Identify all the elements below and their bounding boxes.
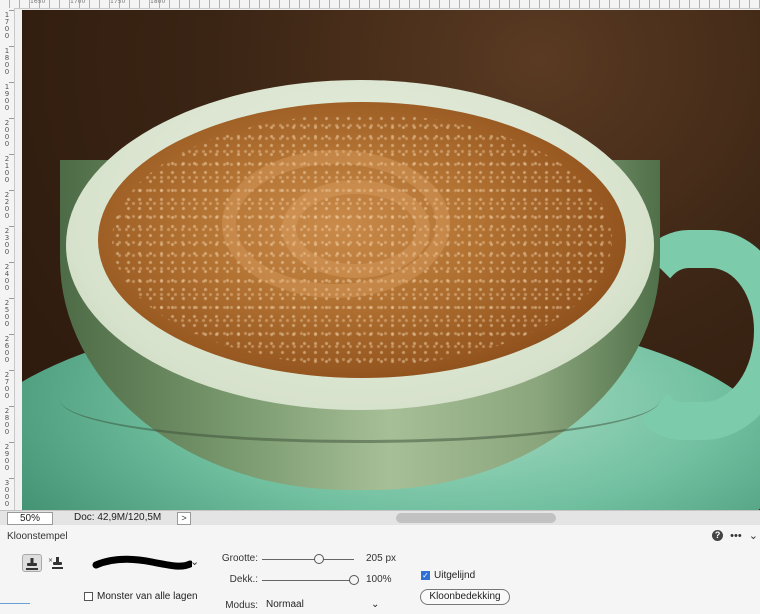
- size-label: Grootte:: [221, 553, 258, 564]
- ruler-label: 1750: [110, 0, 126, 5]
- ruler-label: 1700: [70, 0, 86, 5]
- ruler-tick: [9, 10, 14, 11]
- aligned-checkbox[interactable]: ✓: [421, 571, 430, 580]
- tool-options-panel: Kloonstempel ? ••• ⌄ × ⌄ Grootte: 205 px…: [0, 525, 760, 614]
- size-slider[interactable]: [262, 554, 354, 564]
- panel-title: Kloonstempel: [7, 531, 68, 542]
- mode-select[interactable]: Normaal ⌄: [266, 599, 386, 613]
- mode-label: Modus:: [225, 600, 258, 611]
- ruler-label: 1650: [30, 0, 46, 5]
- sample-all-layers-label: Monster van alle lagen: [97, 591, 198, 602]
- ruler-label: 2 2 0 0: [4, 191, 10, 220]
- chevron-down-icon[interactable]: ⌄: [749, 529, 758, 542]
- scrollbar-thumb[interactable]: [396, 513, 556, 523]
- pattern-stamp-tool-button[interactable]: ×: [46, 554, 66, 572]
- ruler-label: 2 5 0 0: [4, 299, 10, 328]
- ruler-label: 3 0 0 0: [4, 479, 10, 508]
- clone-stamp-icon: [26, 558, 38, 570]
- ruler-tick: [9, 478, 14, 479]
- ruler-tick: [9, 262, 14, 263]
- more-icon[interactable]: •••: [730, 530, 742, 542]
- horizontal-scrollbar[interactable]: [192, 513, 758, 523]
- ruler-tick: [9, 82, 14, 83]
- ruler-label: 2 0 0 0: [4, 119, 10, 148]
- mode-value: Normaal: [266, 599, 304, 610]
- vertical-ruler[interactable]: 1 7 0 0 1 8 0 0 1 9 0 0 2 0 0 0 2 1 0 0 2 2 0…: [0, 8, 15, 510]
- ruler-tick: [9, 298, 14, 299]
- ruler-tick: [9, 46, 14, 47]
- status-bar: 50% Doc: 42,9M/120,5M >: [0, 510, 760, 525]
- chevron-down-icon[interactable]: ⌄: [190, 555, 199, 568]
- ruler-label: 1 7 0 0: [4, 11, 10, 40]
- ruler-label: 1 8 0 0: [4, 47, 10, 76]
- horizontal-ruler[interactable]: 1650 1700 1750 1800: [0, 0, 760, 9]
- brush-preset-preview[interactable]: [92, 552, 192, 574]
- ruler-label: 2 7 0 0: [4, 371, 10, 400]
- ruler-tick: [9, 226, 14, 227]
- pattern-stamp-icon: ×: [48, 557, 63, 569]
- ruler-label: 2 3 0 0: [4, 227, 10, 256]
- ruler-tick: [9, 406, 14, 407]
- ruler-label: 2 9 0 0: [4, 443, 10, 472]
- doc-size-info: Doc: 42,9M/120,5M: [74, 512, 162, 523]
- status-menu-arrow[interactable]: >: [177, 512, 191, 525]
- svg-text:×: ×: [48, 557, 53, 564]
- latte-swirl: [282, 180, 430, 278]
- help-icon[interactable]: ?: [712, 530, 724, 541]
- aligned-label: Uitgelijnd: [434, 570, 476, 581]
- ruler-label: 2 8 0 0: [4, 407, 10, 436]
- opacity-slider-knob[interactable]: [349, 575, 359, 585]
- ruler-label: 2 4 0 0: [4, 263, 10, 292]
- ruler-label: 2 6 0 0: [4, 335, 10, 364]
- ruler-label: 1 9 0 0: [4, 83, 10, 112]
- panel-edge-accent: [0, 603, 30, 604]
- ruler-tick: [9, 154, 14, 155]
- size-slider-knob[interactable]: [314, 554, 325, 564]
- ruler-tick: [9, 334, 14, 335]
- chevron-down-icon: ⌄: [371, 599, 380, 610]
- opacity-label: Dekk.:: [229, 574, 258, 585]
- ruler-tick: [9, 118, 14, 119]
- panel-header-icons: ? ••• ⌄: [712, 529, 758, 542]
- ruler-label: 1800: [150, 0, 166, 5]
- document-canvas[interactable]: [22, 10, 760, 510]
- ruler-label: 2 1 0 0: [4, 155, 10, 184]
- ruler-tick: [9, 442, 14, 443]
- zoom-field[interactable]: 50%: [7, 512, 53, 525]
- size-value[interactable]: 205 px: [366, 553, 396, 564]
- sample-all-layers-checkbox[interactable]: [84, 592, 93, 601]
- ruler-tick: [9, 190, 14, 191]
- opacity-slider[interactable]: [262, 575, 359, 585]
- clone-stamp-tool-button[interactable]: [22, 554, 42, 572]
- clone-overlay-button[interactable]: Kloonbedekking: [420, 589, 510, 605]
- ruler-tick: [9, 370, 14, 371]
- opacity-value[interactable]: 100%: [366, 574, 392, 585]
